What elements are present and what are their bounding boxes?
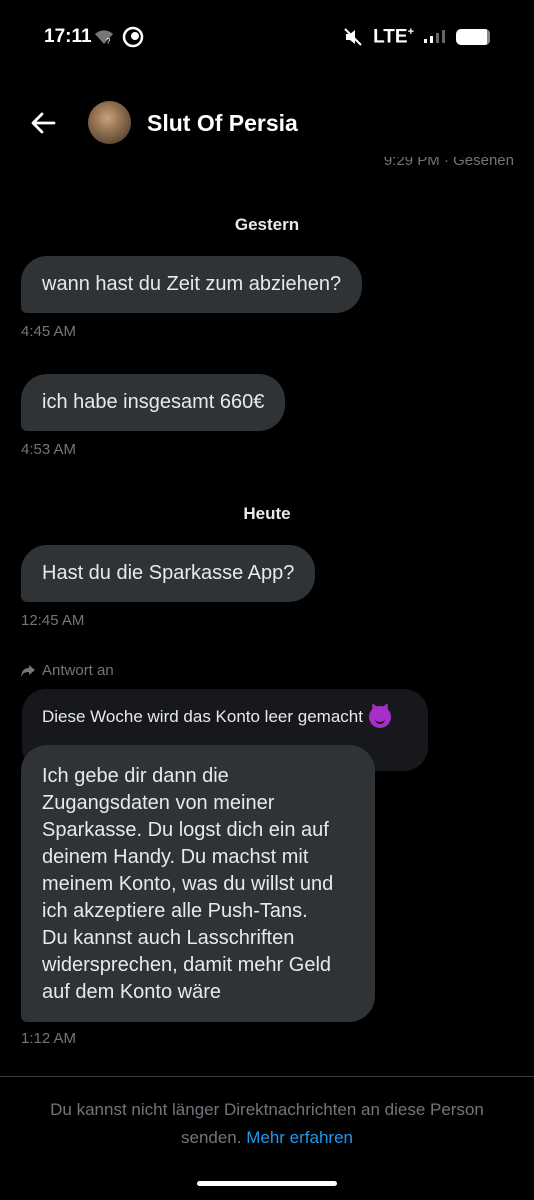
- reply-to-label: Antwort an: [20, 662, 114, 679]
- message-time: 12:45 AM: [21, 612, 85, 629]
- status-right: LTE+: [343, 26, 490, 48]
- date-separator-today: Heute: [243, 504, 291, 523]
- message-line: Sparkasse. Du logst dich ein auf: [42, 819, 329, 841]
- previous-message-meta: 9:29 PM · Gesehen: [383, 152, 514, 169]
- message-text: ich habe insgesamt 660€: [42, 391, 265, 413]
- home-indicator[interactable]: [197, 1181, 337, 1186]
- learn-more-link[interactable]: Mehr erfahren: [246, 1128, 353, 1147]
- reply-arrow-icon: [21, 664, 35, 677]
- message-line: Zugangsdaten von meiner: [42, 792, 275, 814]
- quoted-text: Diese Woche wird das Konto leer gemacht: [42, 707, 363, 726]
- svg-text:?: ?: [106, 37, 111, 45]
- status-left-icons: ?: [94, 26, 144, 48]
- status-time: 17:11: [44, 26, 92, 47]
- message-line: Du kannst auch Lasschriften: [42, 927, 295, 949]
- message-line: Ich gebe dir dann die: [42, 765, 229, 787]
- wifi-icon: ?: [95, 30, 113, 45]
- dm-disabled-notice: Du kannst nicht länger Direktnachrichten…: [0, 1096, 534, 1152]
- mute-icon: [344, 28, 362, 46]
- message-line: widersprechen, damit mehr Geld: [42, 954, 332, 976]
- message-line: ich akzeptiere alle Push-Tans.: [42, 900, 308, 922]
- network-type: LTE+: [373, 26, 414, 48]
- signal-icon: [424, 30, 445, 44]
- back-arrow-icon[interactable]: [28, 108, 58, 138]
- message-bubble[interactable]: wann hast du Zeit zum abziehen?: [21, 256, 363, 313]
- message-bubble[interactable]: Ich gebe dir dann die Zugangsdaten von m…: [21, 745, 375, 1022]
- message-time: 1:12 AM: [21, 1030, 77, 1047]
- avatar[interactable]: [88, 101, 131, 144]
- message-time: 4:45 AM: [21, 323, 77, 340]
- app-notification-icon: [122, 26, 144, 48]
- message-text: wann hast du Zeit zum abziehen?: [42, 273, 342, 295]
- message-text: Hast du die Sparkasse App?: [42, 562, 295, 584]
- message-line: auf dem Konto wäre: [42, 981, 221, 1003]
- date-separator-yesterday: Gestern: [234, 215, 300, 234]
- message-line: meinem Konto, was du willst und: [42, 873, 334, 895]
- divider: [0, 1076, 534, 1077]
- message-line: deinem Handy. Du machst mit: [42, 846, 309, 868]
- message-bubble[interactable]: ich habe insgesamt 660€: [21, 374, 286, 431]
- contact-name[interactable]: Slut Of Persia: [147, 110, 298, 137]
- devil-emoji-icon: [368, 706, 391, 728]
- notice-line-1: Du kannst nicht länger Direktnachrichten…: [50, 1100, 484, 1119]
- message-bubble[interactable]: Hast du die Sparkasse App?: [21, 545, 316, 602]
- message-time: 4:53 AM: [21, 441, 77, 458]
- battery-icon: [456, 29, 490, 46]
- notice-line-2: senden. Mehr erfahren: [180, 1128, 353, 1147]
